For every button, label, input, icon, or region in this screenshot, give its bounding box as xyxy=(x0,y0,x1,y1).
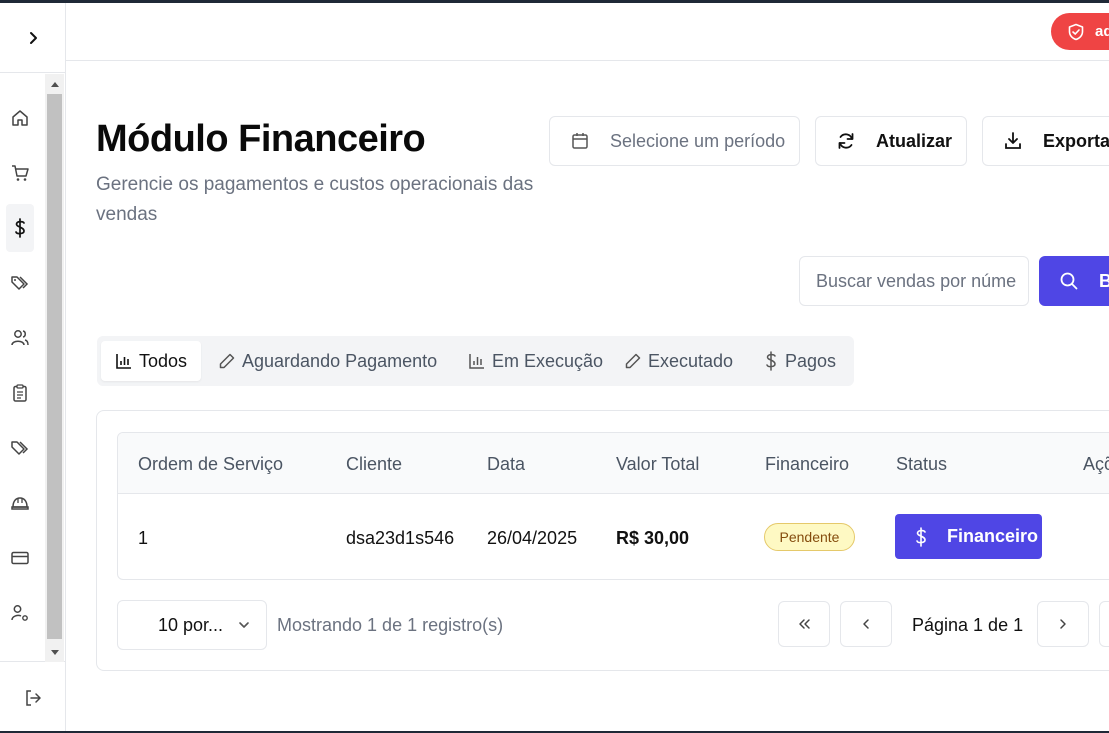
pencil-icon xyxy=(219,353,235,369)
sales-search-input[interactable] xyxy=(799,256,1029,306)
dollar-icon xyxy=(15,218,25,238)
total-cell: R$ 30,00 xyxy=(616,528,690,548)
scroll-thumb[interactable] xyxy=(47,94,62,639)
sidebar-item-tags[interactable] xyxy=(6,259,34,307)
dollar-icon xyxy=(766,351,776,371)
tab-executado[interactable]: Executado xyxy=(610,341,747,381)
scroll-up-arrow[interactable] xyxy=(45,76,64,92)
column-header: Cliente xyxy=(346,454,403,474)
period-picker-button[interactable]: Selecione um período xyxy=(549,116,800,166)
date-cell: 26/04/2025 xyxy=(487,528,578,548)
clipboard-icon xyxy=(13,384,27,402)
users-icon xyxy=(11,330,29,346)
client-cell: dsa23d1s546 xyxy=(346,528,455,548)
search-button-label: B xyxy=(1099,270,1109,291)
chevron-down-icon xyxy=(239,622,249,628)
financial-button[interactable]: Financeiro xyxy=(895,514,1042,559)
column-header: Valor Total xyxy=(616,454,700,474)
sidebar-item-payments[interactable] xyxy=(6,534,34,582)
tab-pagos[interactable]: Pagos xyxy=(749,341,850,381)
refresh-button-label: Atualizar xyxy=(876,130,953,151)
period-picker-label: Selecione um período xyxy=(610,130,786,151)
tag-icon xyxy=(11,441,29,455)
tab-label: Em Execução xyxy=(492,350,604,371)
sidebar-nav xyxy=(0,74,65,662)
export-button-label: Exportar xyxy=(1043,130,1109,151)
rows-per-page-value: 10 por... xyxy=(158,614,224,635)
sidebar-item-sales[interactable] xyxy=(6,149,34,197)
next-page-button[interactable] xyxy=(1037,601,1089,647)
status-tabs: Todos Aguardando Pagamento Em Execução E… xyxy=(97,336,854,386)
logout-button[interactable] xyxy=(0,663,65,733)
column-header: Financeiro xyxy=(765,454,850,474)
admin-badge-label: ad xyxy=(1095,23,1109,40)
sidebar-item-technicians[interactable] xyxy=(6,479,34,527)
column-header: Ordem de Serviço xyxy=(138,454,284,474)
refresh-button[interactable]: Atualizar xyxy=(815,116,967,166)
sidebar xyxy=(0,3,66,733)
pencil-icon xyxy=(625,353,641,369)
sidebar-item-products[interactable] xyxy=(6,424,34,472)
export-button[interactable]: Exportar xyxy=(982,116,1109,166)
chevrons-left-icon xyxy=(799,619,810,629)
sidebar-item-financial[interactable] xyxy=(6,204,34,252)
sidebar-item-user-settings[interactable] xyxy=(6,589,34,637)
table-header: Ordem de Serviço Cliente Data Valor Tota… xyxy=(118,433,1109,494)
sidebar-item-home[interactable] xyxy=(6,94,34,142)
hard-hat-icon xyxy=(11,497,29,510)
bar-chart-icon xyxy=(469,354,484,369)
tab-label: Pagos xyxy=(785,350,837,371)
sidebar-scrollbar[interactable] xyxy=(45,74,64,662)
last-page-button[interactable] xyxy=(1099,601,1109,647)
status-badge: Pendente xyxy=(764,523,855,551)
shield-check-icon xyxy=(1068,23,1084,40)
top-header: ad xyxy=(66,3,1109,61)
sidebar-item-clients[interactable] xyxy=(6,314,34,362)
page-title: Módulo Financeiro xyxy=(96,118,426,160)
tab-em-execucao[interactable]: Em Execução xyxy=(454,341,617,381)
financial-button-label: Financeiro xyxy=(947,526,1039,546)
chevron-right-icon xyxy=(1060,619,1066,629)
sidebar-item-orders[interactable] xyxy=(6,369,34,417)
page-subtitle: Gerencie os pagamentos e custos operacio… xyxy=(96,174,534,225)
logout-icon xyxy=(25,690,41,706)
sidebar-expand-button[interactable] xyxy=(0,3,65,73)
cart-icon xyxy=(12,165,29,181)
refresh-icon xyxy=(838,133,854,149)
column-header: Açõ xyxy=(1083,454,1109,474)
rows-per-page-select[interactable]: 10 por... xyxy=(117,600,267,650)
tab-label: Aguardando Pagamento xyxy=(242,350,438,371)
credit-card-icon xyxy=(11,551,29,565)
search-icon xyxy=(1060,272,1078,290)
dollar-icon xyxy=(916,526,926,547)
previous-page-button[interactable] xyxy=(840,601,892,647)
tab-todos[interactable]: Todos xyxy=(101,341,202,381)
calendar-icon xyxy=(572,133,588,149)
home-icon xyxy=(12,110,28,126)
sales-table: Ordem de Serviço Cliente Data Valor Tota… xyxy=(117,432,1109,580)
admin-badge[interactable]: ad xyxy=(1051,13,1109,50)
column-header: Data xyxy=(487,454,526,474)
tab-label: Executado xyxy=(648,350,734,371)
column-header: Status xyxy=(896,454,948,474)
table-row[interactable]: 1 dsa23d1s546 26/04/2025 R$ 30,00 Penden… xyxy=(118,494,1109,579)
records-summary: Mostrando 1 de 1 registro(s) xyxy=(277,615,504,635)
user-cog-icon xyxy=(11,605,28,621)
order-cell: 1 xyxy=(138,528,149,548)
tab-aguardando-pagamento[interactable]: Aguardando Pagamento xyxy=(204,341,451,381)
scroll-down-arrow[interactable] xyxy=(45,644,64,660)
search-button[interactable]: B xyxy=(1039,256,1109,306)
tab-label: Todos xyxy=(139,350,188,371)
first-page-button[interactable] xyxy=(778,601,830,647)
tags-icon xyxy=(11,276,29,290)
chevron-left-icon xyxy=(863,619,869,629)
chevron-right-icon xyxy=(29,31,37,44)
page-indicator: Página 1 de 1 xyxy=(912,615,1024,635)
bar-chart-icon xyxy=(116,354,131,369)
download-icon xyxy=(1005,132,1021,149)
